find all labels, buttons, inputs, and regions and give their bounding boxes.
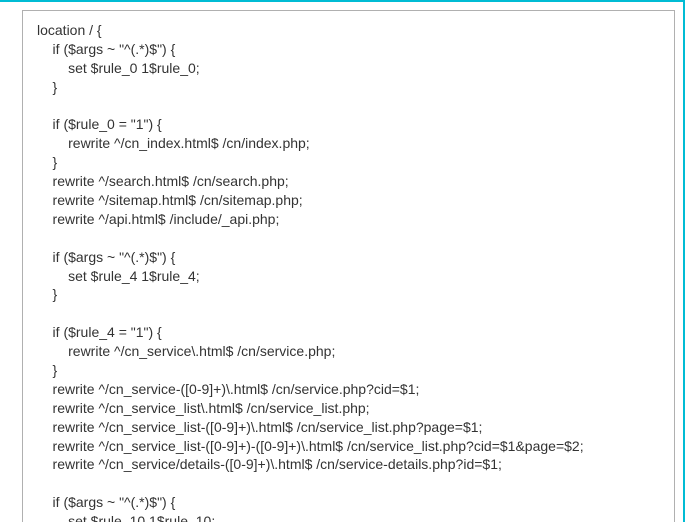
outer-panel: location / { if ($args ~ "^(.*)$") { set… [0,0,685,522]
nginx-config-code: location / { if ($args ~ "^(.*)$") { set… [37,21,660,522]
code-box: location / { if ($args ~ "^(.*)$") { set… [22,10,675,522]
